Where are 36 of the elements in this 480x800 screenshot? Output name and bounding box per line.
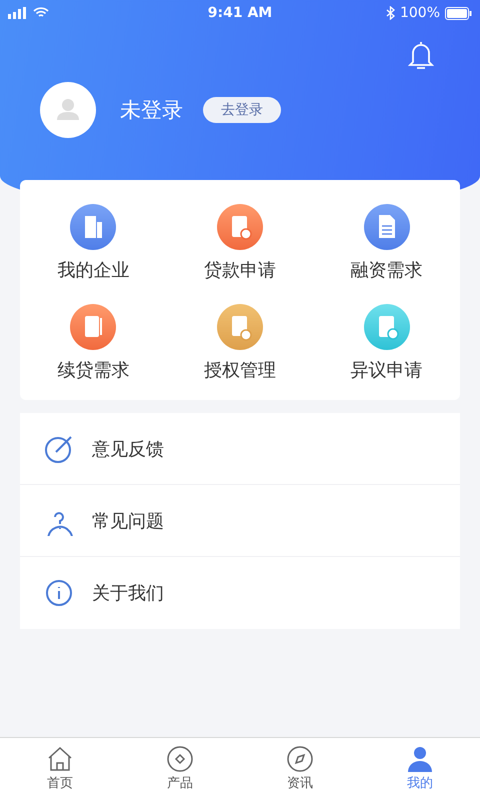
info-icon <box>44 578 74 608</box>
shortcut-label: 异议申请 <box>350 359 423 382</box>
shortcut-label: 融资需求 <box>350 259 423 282</box>
tab[interactable]: 我的 <box>360 738 480 800</box>
shortcut-item[interactable]: 授权管理 <box>166 304 314 382</box>
shortcut-label: 授权管理 <box>204 359 276 382</box>
tab[interactable]: 首页 <box>0 738 120 800</box>
menu-item[interactable]: 关于我们 <box>92 581 164 605</box>
shortcut-label: 续贷需求 <box>57 359 130 382</box>
shortcut-label: 我的企业 <box>57 259 130 282</box>
shortcut-item[interactable]: 续贷需求 <box>20 304 167 382</box>
user-name: 未登录 <box>120 97 183 124</box>
bluetooth-icon <box>386 6 395 20</box>
tab[interactable]: 资讯 <box>240 738 360 800</box>
login-button[interactable]: 去登录 <box>203 97 281 123</box>
signal-icon <box>8 7 28 19</box>
shortcut-item[interactable]: 贷款申请 <box>166 204 314 282</box>
status-time: 9:41 AM <box>208 5 272 21</box>
wifi-icon <box>33 7 49 19</box>
battery-icon <box>445 6 472 20</box>
shortcut-item[interactable]: 异议申请 <box>313 304 460 382</box>
avatar <box>40 82 96 138</box>
building-icon <box>70 204 116 250</box>
bell-icon[interactable] <box>408 40 434 70</box>
home-icon <box>46 746 74 772</box>
pen-circle-icon <box>44 434 74 464</box>
person-icon <box>406 746 434 772</box>
shortcut-item[interactable]: 我的企业 <box>20 204 167 282</box>
diamond-circle-icon <box>166 746 194 772</box>
compass-icon <box>286 746 314 772</box>
shortcut-label: 贷款申请 <box>204 259 276 282</box>
tab[interactable]: 产品 <box>120 738 240 800</box>
menu-item[interactable]: 常见问题 <box>92 508 164 532</box>
battery-percent: 100% <box>400 5 440 21</box>
shortcut-item[interactable]: 融资需求 <box>313 204 460 282</box>
menu-item[interactable]: 意见反馈 <box>92 436 164 460</box>
